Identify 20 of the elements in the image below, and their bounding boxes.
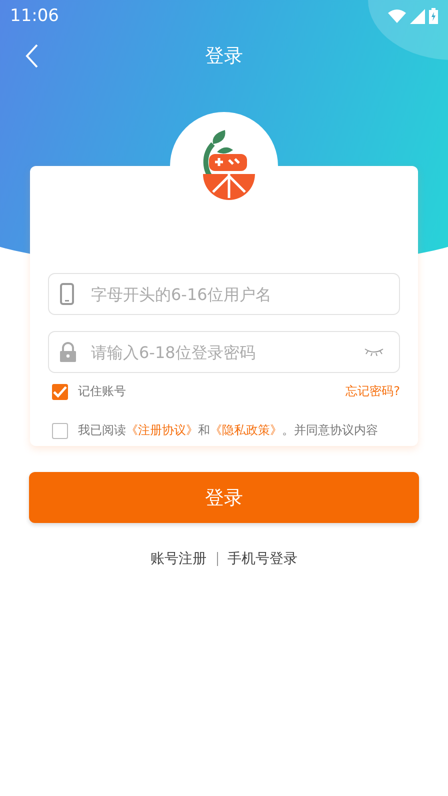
remember-label: 记住账号 xyxy=(78,383,126,400)
password-field[interactable]: 请输入6-18位登录密码 xyxy=(48,331,400,373)
signal-icon xyxy=(410,8,425,24)
phone-login-link[interactable]: 手机号登录 xyxy=(228,550,298,568)
battery-icon xyxy=(429,8,438,24)
login-button[interactable]: 登录 xyxy=(29,472,419,523)
agreement-link[interactable]: 《注册协议》 xyxy=(126,423,198,437)
lock-icon xyxy=(60,342,76,362)
agreement-text: 我已阅读《注册协议》和《隐私政策》。并同意协议内容 xyxy=(78,422,378,439)
eye-closed-icon[interactable] xyxy=(364,348,384,356)
register-link[interactable]: 账号注册 xyxy=(150,550,206,568)
phone-icon xyxy=(60,283,74,305)
username-field[interactable]: 字母开头的6-16位用户名 xyxy=(48,273,400,315)
status-time: 11:06 xyxy=(10,6,59,26)
page-title: 登录 xyxy=(205,44,243,69)
wifi-icon xyxy=(388,9,406,23)
checkbox[interactable] xyxy=(52,384,68,400)
agreement-link[interactable]: 《隐私政策》 xyxy=(210,423,282,437)
forgot-password-link[interactable]: 忘记密码? xyxy=(346,383,400,400)
checkbox[interactable] xyxy=(52,422,68,438)
